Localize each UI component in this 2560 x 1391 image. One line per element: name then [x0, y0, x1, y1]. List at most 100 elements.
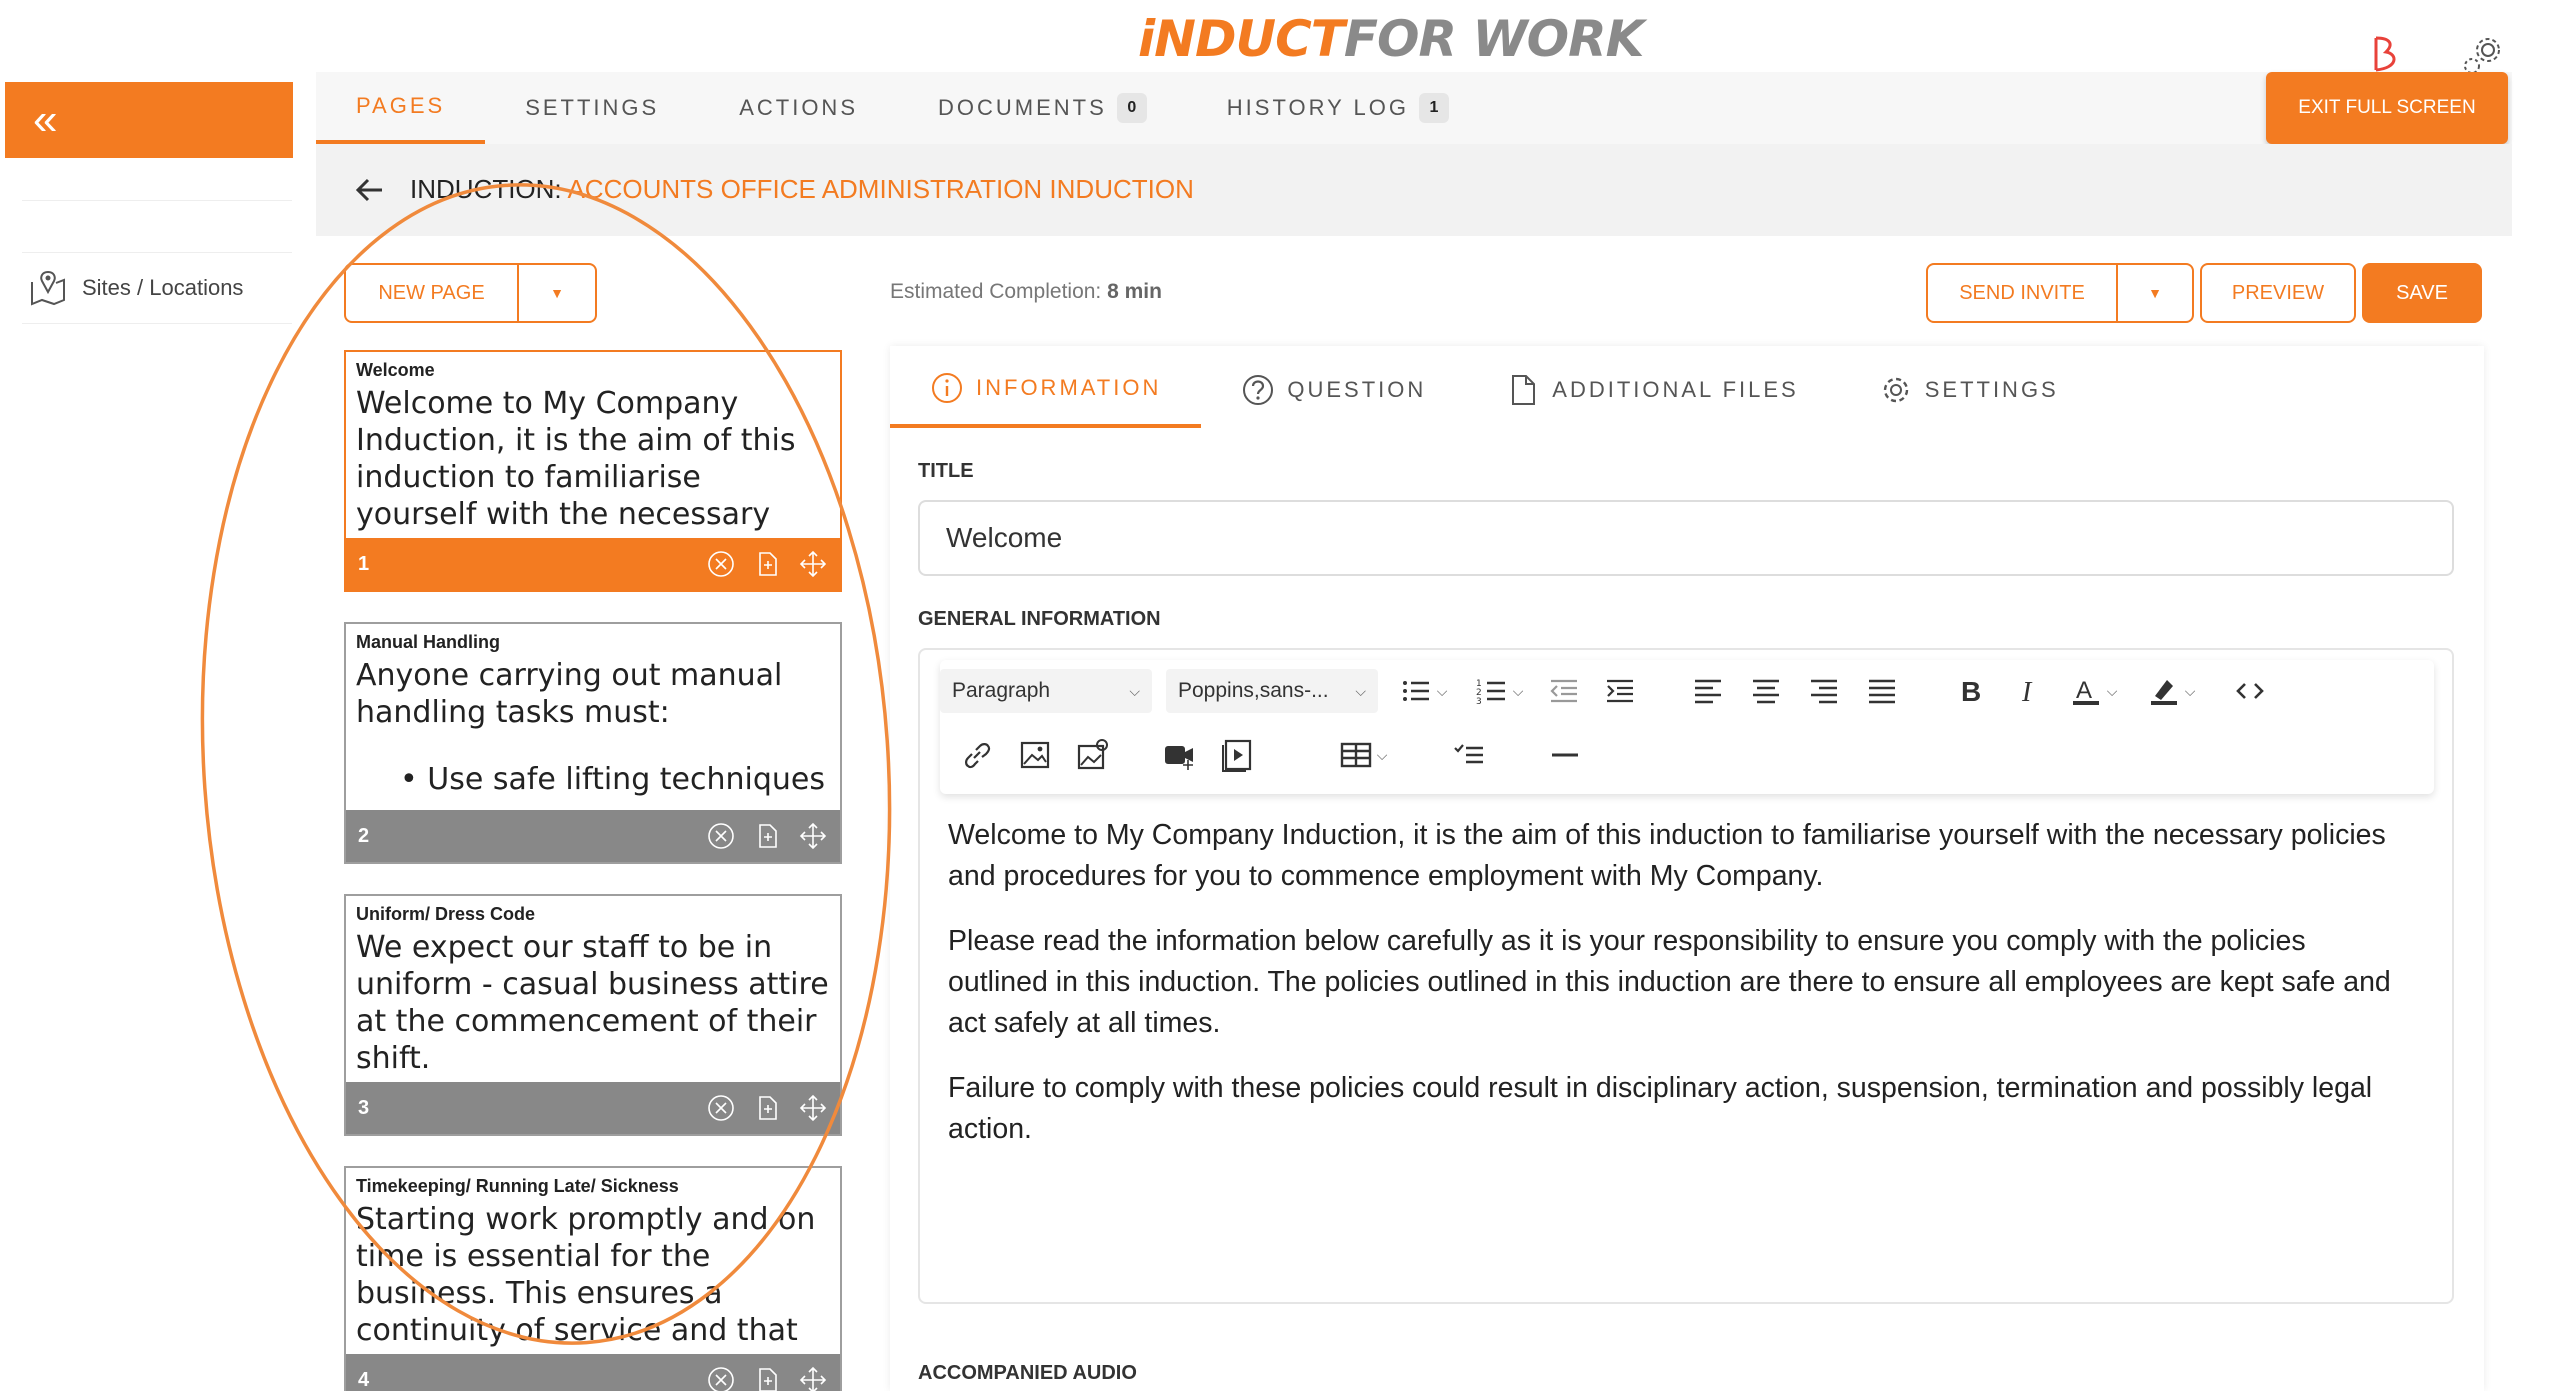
edit-image-button[interactable]: [1068, 733, 1118, 777]
tab-history-log[interactable]: HISTORY LOG 1: [1187, 72, 1489, 144]
user-b-icon[interactable]: [2370, 34, 2406, 74]
tab-editor-settings[interactable]: SETTINGS: [1839, 352, 2099, 428]
move-icon[interactable]: [798, 1093, 828, 1123]
chevron-down-icon[interactable]: ⌵: [1377, 747, 1388, 764]
editor-content[interactable]: Welcome to My Company Induction, it is t…: [948, 815, 2408, 1174]
tab-actions[interactable]: ACTIONS: [699, 72, 898, 144]
delete-circle-icon[interactable]: [706, 549, 736, 579]
image-icon: [1020, 741, 1050, 769]
indent-icon: [1607, 679, 1633, 703]
map-pin-icon: [31, 270, 65, 306]
tab-documents[interactable]: DOCUMENTS 0: [898, 72, 1187, 144]
align-right-button[interactable]: [1800, 669, 1848, 713]
font-family-select[interactable]: Poppins,sans-... ⌵: [1166, 669, 1378, 713]
new-page-button[interactable]: NEW PAGE: [346, 265, 517, 321]
title-input[interactable]: [918, 500, 2454, 576]
new-page-button-group: NEW PAGE ▼: [344, 263, 597, 323]
bold-button[interactable]: B: [1946, 669, 1994, 713]
content-paragraph: Please read the information below carefu…: [948, 925, 2391, 1039]
highlighter-icon: [2150, 680, 2177, 705]
svg-text:A: A: [2076, 677, 2092, 704]
embed-video-button[interactable]: [1212, 733, 1262, 777]
preview-button[interactable]: PREVIEW: [2200, 263, 2356, 323]
tab-additional-files[interactable]: ADDITIONAL FILES: [1466, 352, 1838, 428]
outdent-button[interactable]: [1540, 669, 1588, 713]
text-color-icon: A: [2072, 677, 2099, 705]
page-number: 2: [358, 824, 370, 847]
chevron-down-icon[interactable]: ⌵: [2185, 683, 2196, 700]
accompanied-audio-label: ACCOMPANIED AUDIO: [918, 1362, 1137, 1384]
delete-circle-icon[interactable]: [706, 821, 736, 851]
move-icon[interactable]: [798, 821, 828, 851]
editor-tab-bar: INFORMATION QUESTION ADDITIONAL FILES SE…: [890, 352, 2099, 428]
align-center-button[interactable]: [1742, 669, 1790, 713]
align-center-icon: [1753, 679, 1779, 704]
checklist-button[interactable]: [1444, 733, 1494, 777]
general-information-label: GENERAL INFORMATION: [918, 608, 1161, 630]
code-icon: [2236, 683, 2264, 699]
chevron-down-icon[interactable]: ⌵: [1437, 683, 1448, 700]
highlight-color-button[interactable]: ⌵: [2140, 669, 2202, 713]
chevron-down-icon[interactable]: ⌵: [2107, 683, 2118, 700]
tab-settings[interactable]: SETTINGS: [485, 72, 699, 144]
page-card[interactable]: Manual Handling Anyone carrying out manu…: [344, 622, 842, 864]
align-left-button[interactable]: [1684, 669, 1732, 713]
move-icon[interactable]: [798, 1365, 828, 1391]
send-invite-dropdown-caret[interactable]: ▼: [2116, 265, 2192, 321]
insert-link-button[interactable]: [952, 733, 1002, 777]
numbered-list-button[interactable]: 123 ⌵: [1468, 669, 1530, 713]
save-button[interactable]: SAVE: [2362, 263, 2482, 323]
duplicate-icon[interactable]: [752, 1365, 782, 1391]
content-paragraph: Failure to comply with these policies co…: [948, 1072, 2373, 1145]
sidebar-divider: [22, 200, 292, 201]
indent-button[interactable]: [1596, 669, 1644, 713]
double-chevron-left-icon: «: [33, 95, 58, 144]
align-left-icon: [1695, 679, 1721, 704]
app-logo: iNDUCT FOR WORK: [1138, 10, 1644, 68]
toolbar-row-1: Paragraph ⌵ Poppins,sans-... ⌵ ⌵ 123 ⌵ B I…: [940, 660, 2434, 722]
insert-image-button[interactable]: [1010, 733, 1060, 777]
page-card[interactable]: Uniform/ Dress Code We expect our staff …: [344, 894, 842, 1136]
numbered-list-icon: 123: [1476, 679, 1505, 707]
page-card[interactable]: Timekeeping/ Running Late/ Sickness Star…: [344, 1166, 842, 1391]
page-number: 4: [358, 1368, 370, 1391]
bullet-list-icon: [1402, 681, 1429, 701]
source-code-button[interactable]: [2226, 669, 2274, 713]
tab-information[interactable]: INFORMATION: [890, 352, 1202, 428]
chevron-down-icon[interactable]: ⌵: [1513, 683, 1524, 700]
delete-circle-icon[interactable]: [706, 1365, 736, 1391]
documents-count-badge: 0: [1116, 93, 1147, 123]
duplicate-icon[interactable]: [752, 1093, 782, 1123]
outdent-icon: [1550, 679, 1577, 703]
sidebar-collapse-button[interactable]: «: [5, 82, 293, 158]
horizontal-line-icon: [1552, 753, 1578, 757]
justify-button[interactable]: [1858, 669, 1906, 713]
duplicate-icon[interactable]: [752, 821, 782, 851]
new-page-dropdown-caret[interactable]: ▼: [517, 265, 595, 321]
block-format-select[interactable]: Paragraph ⌵: [940, 669, 1152, 713]
back-arrow-icon[interactable]: [354, 174, 386, 206]
horizontal-line-button[interactable]: [1540, 733, 1590, 777]
page-number: 3: [358, 1096, 370, 1119]
page-card[interactable]: Welcome Welcome to My Company Induction,…: [344, 350, 842, 592]
insert-table-button[interactable]: ⌵: [1332, 733, 1394, 777]
link-icon: [965, 743, 991, 769]
text-color-button[interactable]: A ⌵: [2062, 669, 2124, 713]
duplicate-icon[interactable]: [752, 549, 782, 579]
edit-image-icon: [1077, 739, 1108, 770]
italic-button[interactable]: I: [2004, 669, 2052, 713]
tab-pages[interactable]: PAGES: [316, 72, 486, 144]
insert-media-button[interactable]: [1154, 733, 1204, 777]
exit-full-screen-button[interactable]: EXIT FULL SCREEN: [2266, 72, 2508, 144]
tab-question[interactable]: QUESTION: [1201, 352, 1466, 428]
bullet-list-button[interactable]: ⌵: [1392, 669, 1454, 713]
send-invite-button[interactable]: SEND INVITE: [1928, 265, 2116, 321]
video-play-icon: [1222, 739, 1252, 772]
delete-circle-icon[interactable]: [706, 1093, 736, 1123]
title-label: TITLE: [918, 460, 974, 482]
italic-icon: I: [2021, 677, 2033, 708]
sidebar-item-sites-locations[interactable]: Sites / Locations: [22, 252, 292, 324]
chevron-down-icon: ⌵: [1355, 682, 1366, 699]
move-icon[interactable]: [798, 549, 828, 579]
send-invite-button-group: SEND INVITE ▼: [1926, 263, 2194, 323]
